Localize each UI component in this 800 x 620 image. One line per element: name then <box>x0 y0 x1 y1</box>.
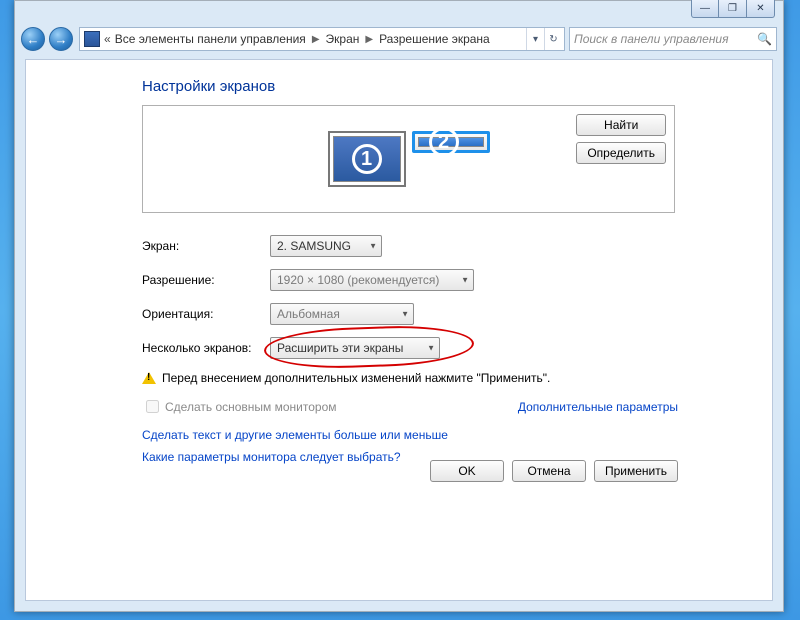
monitor-2-number: 2 <box>429 127 459 157</box>
resolution-select[interactable]: 1920 × 1080 (рекомендуется)▼ <box>270 269 474 291</box>
breadcrumb-all-items[interactable]: Все элементы панели управления <box>113 32 308 46</box>
apply-button[interactable]: Применить <box>594 460 678 482</box>
minimize-button[interactable]: — <box>691 0 719 18</box>
search-icon[interactable]: 🔍 <box>757 32 772 46</box>
address-bar[interactable]: « Все элементы панели управления ▶ Экран… <box>79 27 565 51</box>
chevron-down-icon: ▼ <box>369 242 377 251</box>
toolbar: ← → « Все элементы панели управления ▶ Э… <box>21 25 777 53</box>
screen-select[interactable]: 2. SAMSUNG▼ <box>270 235 382 257</box>
detect-button[interactable]: Определить <box>576 142 666 164</box>
chevron-down-icon: ▼ <box>427 344 435 353</box>
close-button[interactable]: ✕ <box>747 0 775 18</box>
control-panel-window: — ❐ ✕ ← → « Все элементы панели управлен… <box>14 0 784 612</box>
breadcrumb-resolution[interactable]: Разрешение экрана <box>377 32 492 46</box>
nav-buttons: ← → <box>21 27 73 51</box>
maximize-button[interactable]: ❐ <box>719 0 747 18</box>
monitor-1-number: 1 <box>352 144 382 174</box>
nav-back-button[interactable]: ← <box>21 27 45 51</box>
dialog-button-bar: OK Отмена Применить <box>430 460 678 482</box>
monitor-1[interactable]: 1 <box>328 131 406 187</box>
screen-label: Экран: <box>142 239 270 253</box>
warning-text: Перед внесением дополнительных изменений… <box>162 371 550 385</box>
breadcrumb-display[interactable]: Экран <box>324 32 362 46</box>
make-primary-checkbox <box>146 400 159 413</box>
find-button[interactable]: Найти <box>576 114 666 136</box>
warning-row: Перед внесением дополнительных изменений… <box>142 371 678 385</box>
monitor-2[interactable]: 2 <box>412 131 490 153</box>
multi-label: Несколько экранов: <box>142 341 270 355</box>
search-input[interactable]: Поиск в панели управления 🔍 <box>569 27 777 51</box>
make-primary-label: Сделать основным монитором <box>165 400 337 414</box>
chevron-down-icon: ▼ <box>401 310 409 319</box>
location-icon <box>84 31 100 47</box>
display-arrangement-box[interactable]: 1 2 Найти Определить <box>142 105 675 213</box>
orientation-label: Ориентация: <box>142 307 270 321</box>
chevron-right-icon[interactable]: ▶ <box>308 34 324 45</box>
address-dropdown-icon[interactable]: ▾ <box>526 28 544 50</box>
chevron-right-icon[interactable]: ▶ <box>361 34 377 45</box>
cancel-button[interactable]: Отмена <box>512 460 586 482</box>
refresh-button[interactable]: ↻ <box>544 28 562 50</box>
ok-button[interactable]: OK <box>430 460 504 482</box>
multiple-displays-select[interactable]: Расширить эти экраны▼ <box>270 337 440 359</box>
resolution-label: Разрешение: <box>142 273 270 287</box>
advanced-settings-link[interactable]: Дополнительные параметры <box>518 400 678 414</box>
window-caption-buttons: — ❐ ✕ <box>691 0 775 18</box>
search-placeholder: Поиск в панели управления <box>574 32 729 46</box>
text-size-link[interactable]: Сделать текст и другие элементы больше и… <box>142 428 678 442</box>
chevron-down-icon: ▼ <box>461 276 469 285</box>
content-panel: Настройки экранов 1 2 Найти Определить <box>25 59 773 601</box>
nav-forward-button[interactable]: → <box>49 27 73 51</box>
page-title: Настройки экранов <box>142 78 678 95</box>
breadcrumb-lead: « <box>104 32 111 46</box>
warning-icon <box>142 372 156 384</box>
orientation-select[interactable]: Альбомная▼ <box>270 303 414 325</box>
